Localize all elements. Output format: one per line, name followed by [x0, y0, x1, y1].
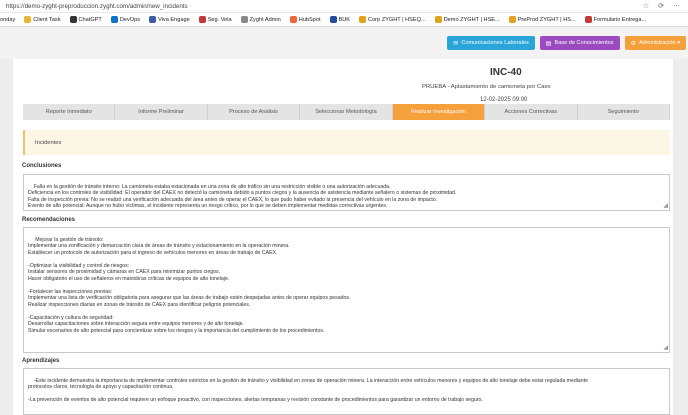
bookmark-label: DevOps: [119, 16, 141, 23]
url-text[interactable]: https://demo-zyght-preproduccion.zyght.c…: [6, 3, 188, 10]
button-label: Comunicaciones Laborales: [461, 40, 529, 46]
more-icon[interactable]: ⋯: [673, 2, 680, 10]
address-bar[interactable]: https://demo-zyght-preproduccion.zyght.c…: [0, 0, 688, 13]
bookmark-item[interactable]: PreProd ZYGHT | HS...: [508, 16, 576, 23]
bookmark-item[interactable]: Zyght Admin: [240, 16, 281, 23]
bookmark-item[interactable]: HubSpot: [289, 16, 321, 23]
bookmark-label: Viva Engage: [158, 16, 190, 23]
bookmark-label: Corp ZYGHT | HSEQ...: [368, 16, 426, 23]
bookmark-label: Zyght Admin: [249, 16, 281, 23]
bookmark-label: onday: [0, 16, 16, 23]
button-label: Administración ▾: [638, 40, 680, 46]
incident-code: INC-40: [490, 67, 522, 78]
bookmark-favicon-icon: [329, 16, 337, 23]
incident-date: 12-02-2025 09:00: [480, 97, 528, 103]
conclusiones-label: Conclusiones: [22, 163, 62, 169]
bookmark-favicon-icon: [24, 16, 32, 23]
bookmark-label: HubSpot: [298, 16, 321, 23]
button-label: Base de Conocimientos: [554, 40, 614, 46]
bookmark-item[interactable]: Corp ZYGHT | HSEQ...: [359, 16, 426, 23]
bookmark-favicon-icon: [110, 16, 118, 23]
comunicaciones-button[interactable]: ✉ Comunicaciones Laborales: [447, 36, 535, 50]
bookmark-label: PreProd ZYGHT | HS...: [517, 16, 576, 23]
resize-handle-icon[interactable]: ◢: [662, 345, 668, 351]
resize-handle-icon[interactable]: ◢: [662, 203, 668, 209]
recomendaciones-text: Mejorar la gestión de tránsito: Implemen…: [28, 236, 351, 334]
bookmark-label: Demo ZYGHT | HSE...: [443, 16, 500, 23]
workflow-tabs: Reporte Inmediato Informe Preliminar Proce…: [23, 104, 670, 120]
book-icon: ▤: [545, 40, 552, 47]
bookmark-favicon-icon: [149, 16, 157, 23]
bookmark-item[interactable]: Client Task: [24, 16, 61, 23]
bookmark-item[interactable]: Demo ZYGHT | HSE...: [434, 16, 500, 23]
bookmark-item[interactable]: DevOps: [110, 16, 141, 23]
tab-proceso-de-analisis[interactable]: Proceso de Análisis: [208, 104, 301, 120]
administracion-button[interactable]: ⚙ Administración ▾: [624, 36, 686, 50]
tab-reporte-inmediato[interactable]: Reporte Inmediato: [23, 104, 116, 120]
incident-subtitle: PRUEBA - Aplastamiento de camioneta por …: [422, 84, 551, 90]
aprendizajes-textarea[interactable]: -Este incidente demuestra la importancia…: [23, 368, 670, 415]
bookmark-item[interactable]: ChatGPT: [69, 16, 102, 23]
tab-seleccionar-metodologia[interactable]: Seleccionar Metodología: [300, 104, 393, 120]
bookmark-favicon-icon: [359, 16, 367, 23]
base-conocimientos-button[interactable]: ▤ Base de Conocimientos: [539, 36, 620, 50]
header-buttons: ✉ Comunicaciones Laborales ▤ Base de Conoci…: [447, 36, 686, 50]
envelope-icon: ✉: [453, 40, 459, 47]
aprendizajes-text: -Este incidente demuestra la importancia…: [28, 377, 588, 404]
bookmark-label: Formulario Entrega...: [593, 16, 647, 23]
tab-seguimiento[interactable]: Seguimiento: [578, 104, 670, 120]
favorite-icon[interactable]: ☆: [643, 2, 649, 10]
tab-informe-preliminar[interactable]: Informe Preliminar: [115, 104, 208, 120]
bookmark-favicon-icon: [240, 16, 248, 23]
recomendaciones-textarea[interactable]: Mejorar la gestión de tránsito: Implemen…: [23, 227, 670, 353]
bookmark-item[interactable]: BUK: [329, 16, 351, 23]
bookmark-favicon-icon: [289, 16, 297, 23]
bookmarks-bar: onday Client Task ChatGPT DevOps Viva Engage…: [0, 13, 688, 27]
bookmark-label: Seg. Vela: [207, 16, 232, 23]
bookmark-favicon-icon: [198, 16, 206, 23]
bookmark-favicon-icon: [508, 16, 516, 23]
conclusiones-text: Falla en la gestión de tránsito interno:…: [28, 183, 457, 210]
gear-icon: ⚙: [630, 40, 636, 47]
bookmark-favicon-icon: [584, 16, 592, 23]
aprendizajes-label: Aprendizajes: [22, 358, 60, 364]
bookmark-favicon-icon: [434, 16, 442, 23]
bookmark-favicon-icon: [69, 16, 77, 23]
bookmark-label: ChatGPT: [78, 16, 102, 23]
browser-actions: ☆ ⟳ ⋯: [643, 2, 688, 10]
bookmark-item[interactable]: onday: [0, 17, 15, 23]
tab-acciones-correctivas[interactable]: Acciones Correctivas: [485, 104, 578, 120]
bookmark-item[interactable]: Seg. Vela: [198, 16, 232, 23]
section-banner: Incidentes: [23, 130, 670, 155]
recomendaciones-label: Recomendaciones: [22, 217, 76, 223]
bookmark-label: BUK: [338, 16, 351, 23]
refresh-icon[interactable]: ⟳: [658, 2, 664, 10]
tab-realizar-investigacion[interactable]: Realizar Investigación: [392, 104, 486, 120]
incident-page: INC-40 PRUEBA - Aplastamiento de camione…: [13, 59, 673, 415]
conclusiones-textarea[interactable]: Falla en la gestión de tránsito interno:…: [23, 174, 670, 211]
bookmark-item[interactable]: Formulario Entrega...: [584, 16, 647, 23]
bookmark-item[interactable]: Viva Engage: [149, 16, 190, 23]
bookmark-label: Client Task: [33, 16, 61, 23]
